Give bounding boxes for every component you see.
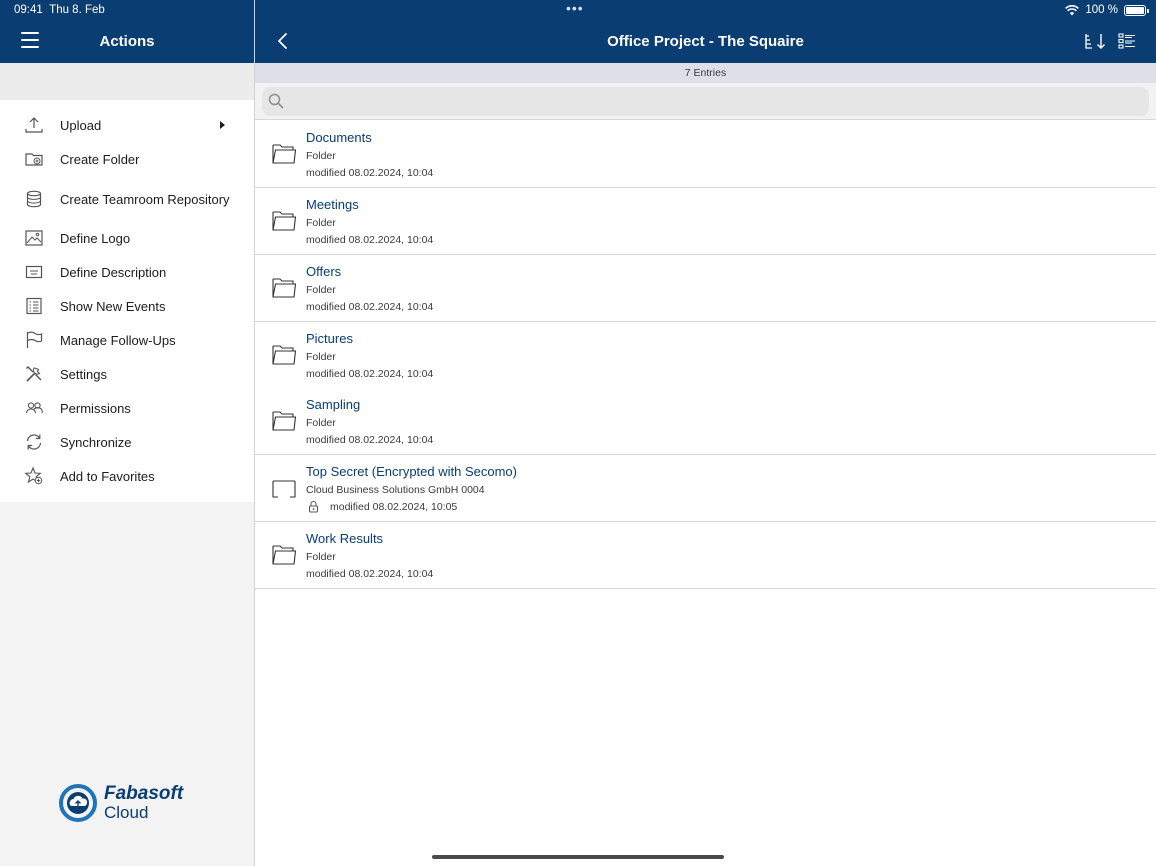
- sidebar-title: Actions: [99, 33, 155, 50]
- sync-icon: [26, 434, 42, 450]
- menu-item-permissions[interactable]: Permissions: [0, 391, 254, 425]
- image-icon: [25, 230, 43, 246]
- search-icon: [268, 93, 284, 109]
- status-time: 09:41 Thu 8. Feb: [14, 4, 105, 16]
- people-icon: [25, 402, 43, 414]
- menu-item-define-description[interactable]: Define Description: [0, 255, 254, 289]
- menu-item-define-logo[interactable]: Define Logo: [0, 221, 254, 255]
- list-item[interactable]: Documents Folder modified 08.02.2024, 10…: [255, 121, 1156, 188]
- item-type: Folder: [306, 551, 336, 563]
- item-name[interactable]: Offers: [306, 264, 341, 279]
- description-icon: [25, 265, 43, 279]
- menu-item-label: Create Teamroom Repository: [60, 191, 230, 207]
- item-modified: modified 08.02.2024, 10:04: [306, 368, 434, 380]
- database-icon: [26, 190, 42, 208]
- menu-item-show-new-events[interactable]: Show New Events: [0, 289, 254, 323]
- menu-item-synchronize[interactable]: Synchronize: [0, 425, 254, 459]
- flag-icon: [26, 331, 43, 348]
- status-right: 100 %: [1065, 4, 1149, 16]
- fabasoft-logo-icon: [59, 784, 97, 822]
- tools-icon: [26, 366, 42, 382]
- item-name[interactable]: Work Results: [306, 531, 383, 546]
- logo-text-brand: Fabasoft: [104, 783, 184, 804]
- item-type: Folder: [306, 284, 336, 296]
- menu-item-label: Add to Favorites: [60, 468, 155, 484]
- wifi-icon: [1065, 4, 1080, 15]
- menu-item-label: Create Folder: [60, 151, 140, 167]
- events-icon: [26, 297, 42, 315]
- menu-item-label: Define Logo: [60, 230, 131, 246]
- item-type: Cloud Business Solutions GmbH 0004: [306, 484, 485, 496]
- item-type: Folder: [306, 217, 336, 229]
- entries-count: 7 Entries: [255, 63, 1156, 83]
- sidebar-spacer: [0, 63, 254, 100]
- menu-item-add-to-favorites[interactable]: Add to Favorites: [0, 459, 254, 493]
- item-name[interactable]: Documents: [306, 130, 372, 145]
- list-item[interactable]: Offers Folder modified 08.02.2024, 10:04: [255, 255, 1156, 322]
- status-date: Thu 8. Feb: [49, 4, 105, 16]
- item-modified: modified 08.02.2024, 10:04: [306, 167, 434, 179]
- menu-item-label: Upload: [60, 117, 102, 133]
- menu-item-label: Synchronize: [60, 434, 132, 450]
- menu-item-label: Define Description: [60, 264, 167, 280]
- menu-item-create-teamroom-repository[interactable]: Create Teamroom Repository: [0, 182, 254, 216]
- menu-item-label: Settings: [60, 366, 107, 382]
- folder-icon: [272, 278, 297, 298]
- menu-item-settings[interactable]: Settings: [0, 357, 254, 391]
- folder-icon: [272, 211, 297, 231]
- logo-text-product: Cloud: [104, 803, 149, 822]
- battery-percent: 100 %: [1085, 4, 1118, 16]
- folder-icon: [272, 411, 297, 431]
- item-modified: modified 08.02.2024, 10:04: [306, 234, 434, 246]
- item-modified: modified 08.02.2024, 10:04: [306, 301, 434, 313]
- menu-item-create-folder[interactable]: Create Folder: [0, 142, 254, 176]
- create-folder-icon: [25, 153, 43, 166]
- encrypted-room-icon: [272, 480, 296, 498]
- upload-icon: [25, 117, 43, 133]
- list-view-icon[interactable]: [1117, 31, 1137, 51]
- multitask-dots[interactable]: •••: [566, 0, 584, 16]
- menu-item-label: Show New Events: [60, 298, 166, 314]
- actions-menu: Upload Create Folder Create Teamroom Rep…: [0, 100, 254, 502]
- submenu-arrow-icon: [220, 121, 225, 129]
- item-name[interactable]: Pictures: [306, 331, 353, 346]
- list-item[interactable]: Pictures Folder modified 08.02.2024, 10:…: [255, 322, 1156, 389]
- item-type: Folder: [306, 417, 336, 429]
- item-type: Folder: [306, 351, 336, 363]
- search-bar: [255, 83, 1156, 120]
- status-clock: 09:41: [14, 4, 43, 16]
- menu-item-label: Permissions: [60, 400, 131, 416]
- menu-item-label: Manage Follow-Ups: [60, 332, 176, 348]
- item-name[interactable]: Sampling: [306, 397, 360, 412]
- star-add-icon: [24, 466, 43, 485]
- page-title: Office Project - The Squaire: [607, 33, 804, 50]
- item-modified: modified 08.02.2024, 10:04: [306, 568, 434, 580]
- battery-icon: [1124, 4, 1149, 16]
- list-item[interactable]: Meetings Folder modified 08.02.2024, 10:…: [255, 188, 1156, 255]
- folder-icon: [272, 144, 297, 164]
- lock-icon: [309, 501, 318, 513]
- folder-icon: [272, 545, 297, 565]
- item-name[interactable]: Meetings: [306, 197, 359, 212]
- fabasoft-cloud-logo: Fabasoft Cloud: [58, 783, 208, 825]
- item-modified: modified 08.02.2024, 10:05: [330, 501, 458, 513]
- search-input[interactable]: [262, 87, 1149, 116]
- item-type: Folder: [306, 150, 336, 162]
- list-item[interactable]: Sampling Folder modified 08.02.2024, 10:…: [255, 388, 1156, 455]
- menu-item-manage-follow-ups[interactable]: Manage Follow-Ups: [0, 323, 254, 357]
- sort-icon[interactable]: [1084, 31, 1108, 51]
- menu-item-upload[interactable]: Upload: [0, 108, 254, 142]
- home-indicator[interactable]: [432, 855, 724, 859]
- list-item[interactable]: Top Secret (Encrypted with Secomo) Cloud…: [255, 455, 1156, 522]
- item-name[interactable]: Top Secret (Encrypted with Secomo): [306, 464, 517, 479]
- folder-icon: [272, 345, 297, 365]
- item-modified: modified 08.02.2024, 10:04: [306, 434, 434, 446]
- list-item[interactable]: Work Results Folder modified 08.02.2024,…: [255, 522, 1156, 589]
